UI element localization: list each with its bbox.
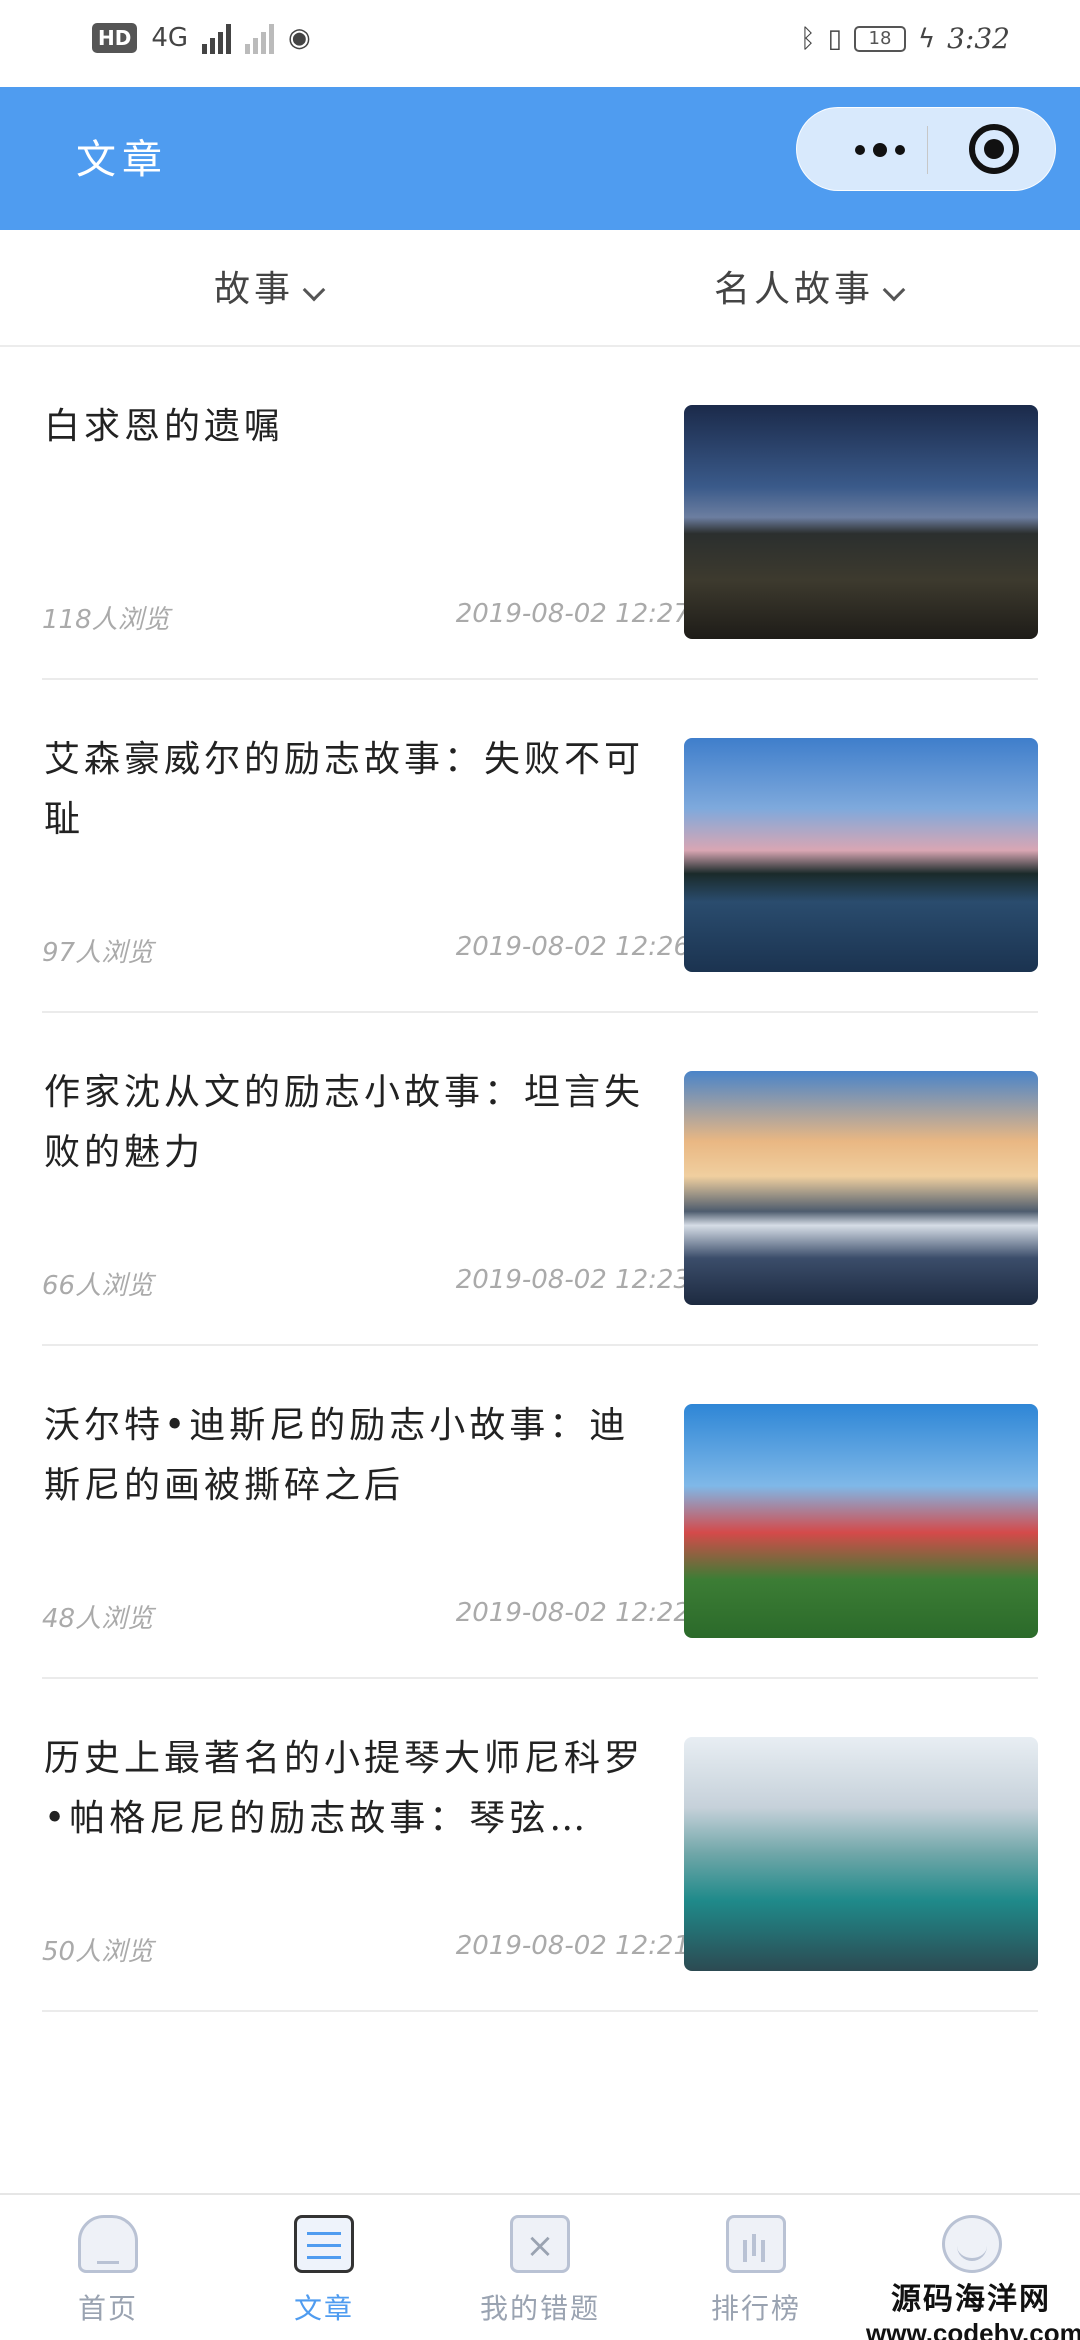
close-mini-program-button[interactable] — [969, 124, 1019, 174]
ranking-icon — [726, 2215, 786, 2273]
article-date: 2019-08-02 12:27 — [455, 599, 690, 629]
tab-label: 我的错题 — [479, 2292, 600, 2325]
article-list: 白求恩的遗嘱 118人浏览 2019-08-02 12:27 艾森豪威尔的励志故… — [42, 347, 1038, 2012]
article-views: 50人浏览 — [42, 1937, 154, 1967]
article-thumbnail — [684, 405, 1038, 639]
tab-home[interactable]: 首页 — [0, 2195, 216, 2340]
tab-label: 排行榜 — [710, 2292, 801, 2325]
signal-weak-icon — [245, 22, 275, 54]
more-dot-icon — [855, 145, 865, 155]
status-bar-left: HD 4G ◉ — [92, 22, 311, 54]
article-item[interactable]: 沃尔特•迪斯尼的励志小故事：迪斯尼的画被撕碎之后 48人浏览 2019-08-0… — [42, 1346, 1038, 1679]
capsule-divider — [927, 126, 928, 174]
category-label: 故事 — [214, 269, 295, 310]
article-views: 118人浏览 — [42, 605, 170, 635]
battery-icon: 18 — [853, 25, 906, 52]
article-title: 白求恩的遗嘱 — [44, 406, 285, 447]
article-views: 66人浏览 — [42, 1271, 154, 1301]
more-dot-icon — [873, 143, 887, 157]
article-date: 2019-08-02 12:26 — [455, 932, 690, 962]
tab-label: 文章 — [293, 2292, 354, 2325]
filter-bar: 故事 名人故事 — [0, 230, 1080, 347]
article-date: 2019-08-02 12:22 — [455, 1598, 690, 1628]
article-title: 艾森豪威尔的励志故事：失败不可耻 — [44, 739, 645, 840]
article-icon — [294, 2215, 354, 2273]
bluetooth-icon: ᛒ — [800, 23, 816, 54]
article-thumbnail — [684, 1071, 1038, 1305]
article-thumbnail — [684, 1737, 1038, 1971]
network-type: 4G — [151, 23, 189, 53]
clock: 3:32 — [947, 22, 1010, 55]
article-item[interactable]: 作家沈从文的励志小故事：坦言失败的魅力 66人浏览 2019-08-02 12:… — [42, 1013, 1038, 1346]
hotspot-icon: ◉ — [288, 23, 311, 53]
status-bar: HD 4G ◉ ᛒ ▯ 18 ϟ 3:32 — [0, 0, 1080, 87]
watermark: 源码海洋网 www.codehy.com — [866, 2274, 1080, 2340]
profile-icon — [942, 2215, 1002, 2273]
tab-wrong-answers[interactable]: 我的错题 — [432, 2195, 648, 2340]
page-header: 文章 — [0, 87, 1080, 230]
watermark-line1: 源码海洋网 — [891, 2282, 1051, 2317]
hd-badge: HD — [92, 23, 138, 53]
article-views: 48人浏览 — [42, 1604, 154, 1634]
tab-ranking[interactable]: 排行榜 — [648, 2195, 864, 2340]
article-title: 作家沈从文的励志小故事：坦言失败的魅力 — [44, 1072, 645, 1173]
article-item[interactable]: 白求恩的遗嘱 118人浏览 2019-08-02 12:27 — [42, 347, 1038, 680]
vibrate-icon: ▯ — [827, 23, 842, 54]
signal-icon — [202, 22, 232, 54]
article-date: 2019-08-02 12:23 — [455, 1265, 690, 1295]
article-title: 沃尔特•迪斯尼的励志小故事：迪斯尼的画被撕碎之后 — [44, 1405, 630, 1506]
tab-articles[interactable]: 文章 — [216, 2195, 432, 2340]
category-dropdown[interactable]: 故事 — [214, 260, 326, 312]
page-title: 文章 — [76, 137, 168, 183]
mini-program-capsule — [796, 107, 1056, 191]
more-menu-button[interactable] — [835, 136, 925, 164]
watermark-line2: www.codehy.com — [866, 2318, 1080, 2340]
article-item[interactable]: 历史上最著名的小提琴大师尼科罗•帕格尼尼的励志故事：琴弦… 50人浏览 2019… — [42, 1679, 1038, 2012]
chevron-down-icon — [882, 278, 906, 302]
article-item[interactable]: 艾森豪威尔的励志故事：失败不可耻 97人浏览 2019-08-02 12:26 — [42, 680, 1038, 1013]
article-thumbnail — [684, 738, 1038, 972]
subcategory-label: 名人故事 — [714, 269, 875, 310]
article-thumbnail — [684, 1404, 1038, 1638]
article-title: 历史上最著名的小提琴大师尼科罗•帕格尼尼的励志故事：琴弦… — [44, 1738, 645, 1839]
wrong-answers-icon — [510, 2215, 570, 2273]
home-icon — [78, 2215, 138, 2273]
more-dot-icon — [895, 145, 905, 155]
subcategory-dropdown[interactable]: 名人故事 — [714, 260, 906, 312]
chevron-down-icon — [302, 278, 326, 302]
charging-icon: ϟ — [917, 23, 936, 54]
status-bar-right: ᛒ ▯ 18 ϟ 3:32 — [800, 22, 1010, 55]
article-date: 2019-08-02 12:21 — [455, 1931, 690, 1961]
article-views: 97人浏览 — [42, 938, 154, 968]
tab-label: 首页 — [77, 2292, 138, 2325]
